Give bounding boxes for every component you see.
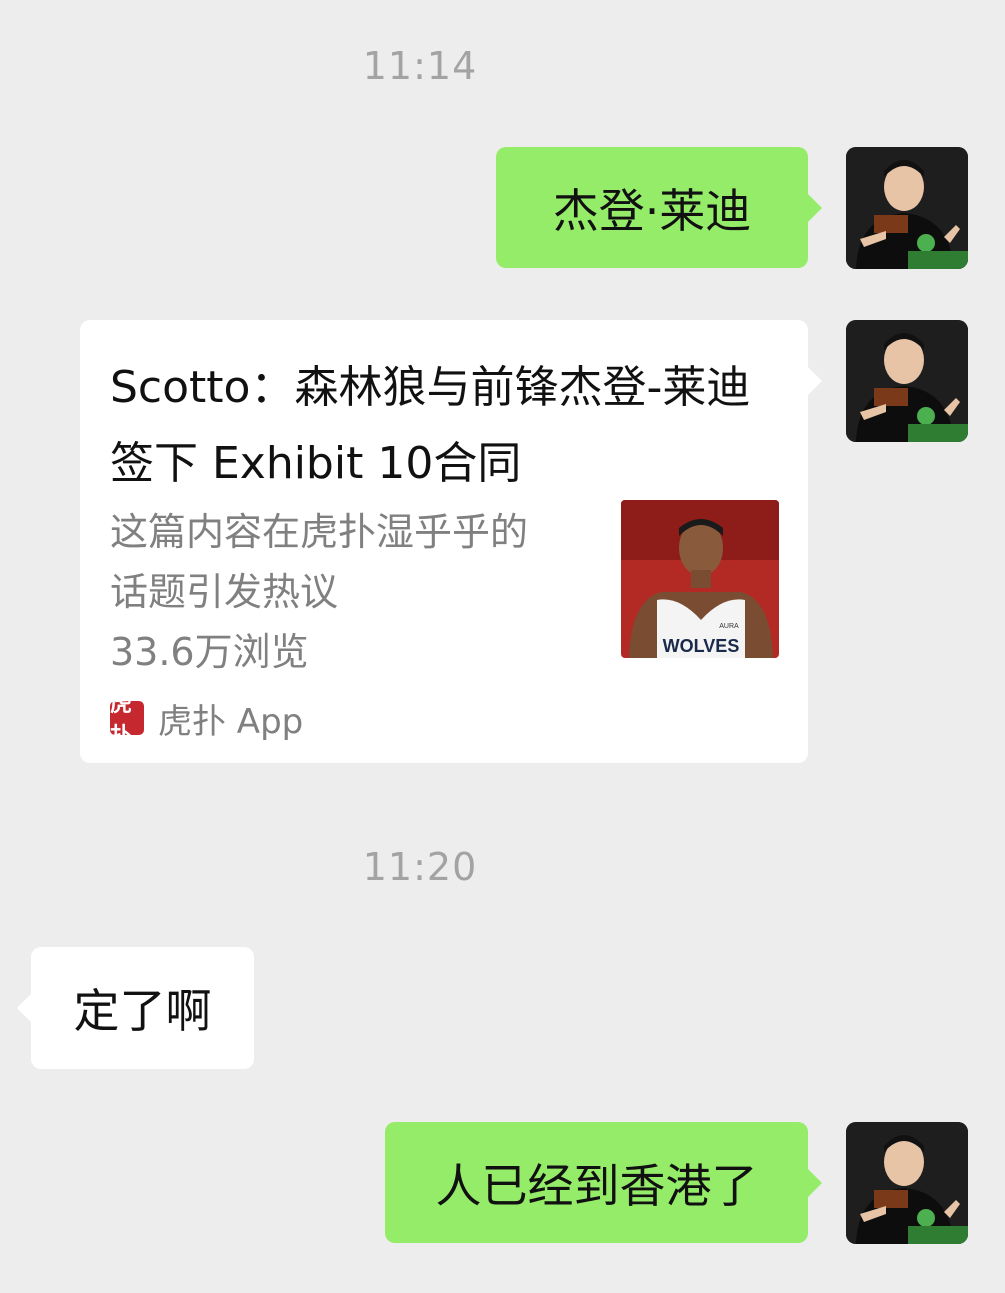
- received-message-bubble[interactable]: 定了啊: [17, 947, 254, 1069]
- article-description: 这篇内容在虎扑湿乎乎的 话题引发热议 33.6万浏览: [110, 502, 590, 682]
- article-source: 虎扑 虎扑 App: [110, 692, 303, 749]
- article-desc-line: 话题引发热议: [110, 570, 339, 614]
- source-name: 虎扑 App: [158, 701, 304, 742]
- hupu-logo-icon: 虎扑: [110, 692, 144, 749]
- basketball-player-photo-icon: WOLVES AURA: [621, 500, 779, 658]
- avatar-photo-icon: [846, 1122, 968, 1244]
- article-thumbnail: WOLVES AURA: [621, 500, 779, 658]
- article-desc-line: 这篇内容在虎扑湿乎乎的: [110, 510, 529, 554]
- avatar-photo-icon: [846, 320, 968, 442]
- article-title: Scotto：森林狼与前锋杰登-莱迪签下 Exhibit 10合同: [110, 362, 751, 489]
- article-view-count: 33.6万浏览: [110, 630, 309, 674]
- shared-article-card[interactable]: Scotto：森林狼与前锋杰登-莱迪签下 Exhibit 10合同 这篇内容在虎…: [80, 320, 822, 763]
- message-text: 人已经到香港了: [435, 1158, 758, 1213]
- message-text: 定了啊: [73, 984, 212, 1038]
- jersey-brand-text: AURA: [719, 623, 739, 630]
- jersey-text: WOLVES: [663, 636, 740, 656]
- avatar-photo-icon: [846, 147, 968, 269]
- timestamp: 11:20: [362, 845, 478, 889]
- user-avatar[interactable]: [846, 320, 968, 442]
- user-avatar[interactable]: [846, 147, 968, 269]
- message-text: 杰登·莱迪: [552, 183, 752, 238]
- sent-message-bubble[interactable]: 人已经到香港了: [385, 1122, 822, 1243]
- sent-message-bubble[interactable]: 杰登·莱迪: [496, 147, 822, 268]
- timestamp: 11:14: [362, 44, 478, 88]
- user-avatar[interactable]: [846, 1122, 968, 1244]
